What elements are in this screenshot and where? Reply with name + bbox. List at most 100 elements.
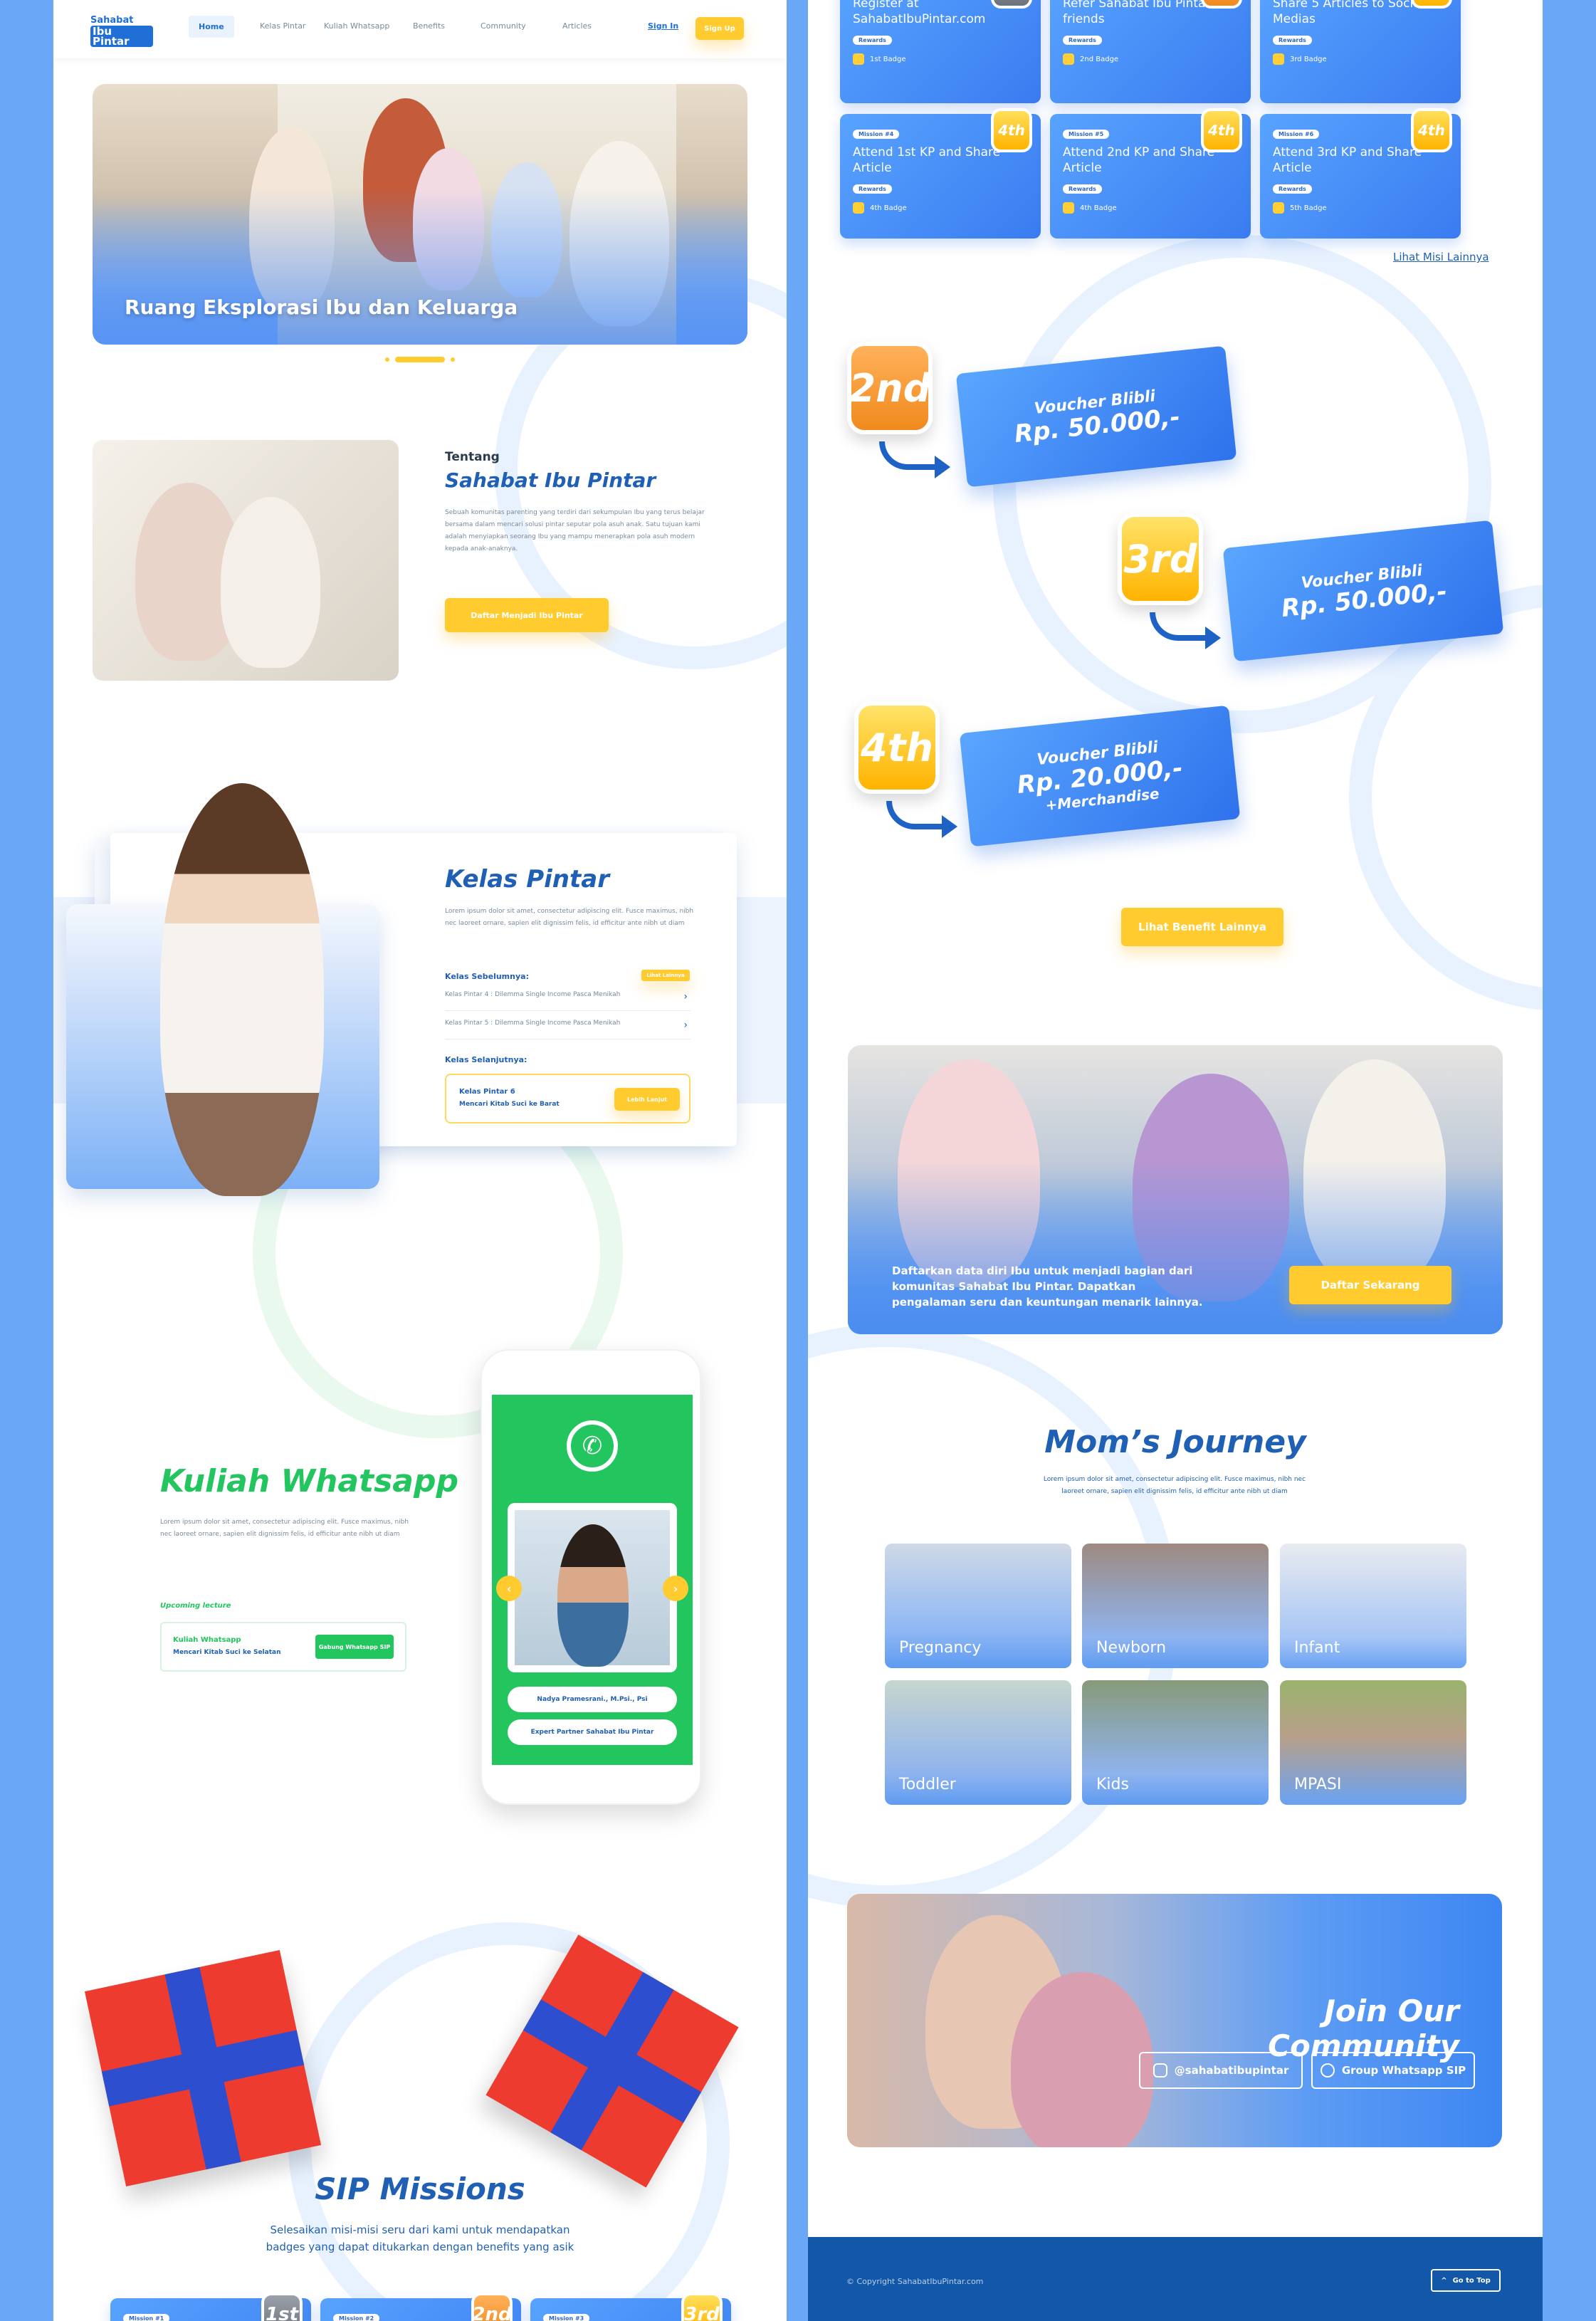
see-all-button[interactable]: Lihat Lainnya [641,970,690,981]
mission-card[interactable]: Register at SahabatIbuPintar.com Rewards… [840,0,1041,103]
journey-tile-kids[interactable]: Kids [1082,1680,1269,1805]
mission-badge: 3rd Badge [1290,55,1327,63]
badge-icon: 2nd [471,2293,513,2321]
badge-coin-icon [1273,53,1284,65]
tile-label: Toddler [899,1776,956,1793]
carousel-dot-active[interactable] [395,357,445,362]
register-banner: Daftarkan data diri Ibu untuk menjadi ba… [848,1045,1503,1334]
kelas-prev-item[interactable]: Kelas Pintar 5 : Dilemma Single Income P… [445,1020,691,1039]
rewards-tag: Rewards [1063,184,1102,194]
journey-tile-newborn[interactable]: Newborn [1082,1544,1269,1668]
kuliah-text: Lorem ipsum dolor sit amet, consectetur … [160,1519,409,1538]
nav-kelas-pintar[interactable]: Kelas Pintar [260,21,305,31]
journey-tile-pregnancy[interactable]: Pregnancy [885,1544,1071,1668]
right-page-panel: Register at SahabatIbuPintar.com Rewards… [808,0,1543,2321]
mission-card[interactable]: Mission #1 1st [110,2293,311,2321]
kuliah-card-sub: Mencari Kitab Suci ke Selatan [173,1649,281,1656]
nav-kuliah-whatsapp[interactable]: Kuliah Whatsapp [324,21,389,31]
mission-tag: Mission #2 [333,2314,380,2321]
badge-coin-icon [1063,53,1074,65]
rewards-tag: Rewards [1063,36,1102,45]
about-eyebrow: Tentang [445,450,500,464]
mission-tag: Mission #3 [543,2314,590,2321]
journey-text: Lorem ipsum dolor sit amet, consectetur … [1043,1476,1306,1495]
kelas-prev-item[interactable]: Kelas Pintar 4 : Dilemma Single Income P… [445,991,691,1011]
prev-arrow-icon[interactable]: ‹ [496,1576,522,1601]
nav-articles[interactable]: Articles [562,21,592,31]
copyright: © Copyright SahabatIbuPintar.com [846,2277,984,2286]
kelas-prev-item-label: Kelas Pintar 4 : Dilemma Single Income P… [445,991,621,998]
nav-benefits[interactable]: Benefits [413,21,445,31]
tile-label: Kids [1096,1776,1129,1793]
mission-badge: 1st Badge [870,55,906,63]
journey-tile-toddler[interactable]: Toddler [885,1680,1071,1805]
speaker-photo-frame [508,1503,677,1672]
mission-card[interactable]: Mission #6 Attend 3rd KP and Share Artic… [1260,108,1461,239]
badge-coin-icon [1273,202,1284,214]
signup-button[interactable]: Sign Up [695,17,744,40]
kelas-next-title: Kelas Pintar 6 [459,1088,515,1096]
badge-icon: 1st [261,2293,303,2321]
rewards-tag: Rewards [853,184,892,194]
footer: © Copyright SahabatIbuPintar.com ^ Go to … [808,2237,1543,2321]
carousel-dot[interactable] [385,357,389,362]
go-to-top-label: Go to Top [1452,2276,1491,2285]
badge-coin-icon [853,202,864,214]
mission-tag: Mission #4 [853,130,900,139]
about-text: Sebuah komunitas parenting yang terdiri … [445,509,705,552]
journey-tile-infant[interactable]: Infant [1280,1544,1466,1668]
about-title: Sahabat Ibu Pintar [445,468,656,492]
mission-tag: Mission #6 [1273,130,1320,139]
more-benefits-button[interactable]: Lihat Benefit Lainnya [1121,908,1283,946]
hero-title: Ruang Eksplorasi Ibu dan Keluarga [125,295,518,319]
logo-line2: Ibu Pintar [90,26,153,47]
kelas-prev-item-label: Kelas Pintar 5 : Dilemma Single Income P… [445,1020,621,1027]
mission-badge: 2nd Badge [1080,55,1119,63]
badge-icon: 3 [1411,0,1452,9]
register-button[interactable]: Daftar Sekarang [1289,1266,1451,1304]
rewards-tag: Rewards [1273,184,1312,194]
mission-tag: Mission #5 [1063,130,1110,139]
phone-mockup: ✆ ‹ › Nadya Pramesrani., M.Psi., Psi Exp… [481,1349,701,1805]
mission-card[interactable]: Mission #4 Attend 1st KP and Share Artic… [840,108,1041,239]
badge-icon: 2 [1201,0,1242,9]
mission-tag: Mission #1 [123,2314,170,2321]
site-logo[interactable]: Sahabat Ibu Pintar [90,15,153,47]
signin-link[interactable]: Sign In [648,21,678,31]
kuliah-upcoming: Upcoming lecture [160,1602,231,1610]
speaker-role: Expert Partner Sahabat Ibu Pintar [508,1719,677,1745]
next-arrow-icon[interactable]: › [663,1576,688,1601]
chevron-right-icon: › [683,1020,688,1031]
tile-label: Newborn [1096,1639,1167,1657]
instagram-handle: @sahabatibupintar [1174,2064,1289,2077]
whatsapp-group-button[interactable]: Group Whatsapp SIP [1311,2052,1475,2089]
arrow-icon [879,441,950,478]
kelas-more-button[interactable]: Lebih Lanjut [614,1088,680,1111]
carousel-dot[interactable] [451,357,455,362]
kelas-text: Lorem ipsum dolor sit amet, consectetur … [445,908,694,927]
kelas-next-label: Kelas Selanjutnya: [445,1055,527,1064]
whatsapp-group-label: Group Whatsapp SIP [1341,2064,1466,2077]
join-whatsapp-button[interactable]: Gabung Whatsapp SIP [315,1635,394,1659]
nav-community[interactable]: Community [481,21,526,31]
join-button[interactable]: Daftar Menjadi Ibu Pintar [445,598,609,632]
rewards-tag: Rewards [853,36,892,45]
mission-card[interactable]: Mission #2 2nd [320,2293,521,2321]
mission-card[interactable]: Mission #5 Attend 2nd KP and Share Artic… [1050,108,1251,239]
logo-line1: Sahabat [90,15,134,26]
badge-icon: 4th [991,108,1032,152]
speaker-photo [515,1510,670,1667]
tile-label: Pregnancy [899,1639,982,1657]
nav-home[interactable]: Home [189,16,234,38]
badge-coin-icon [1063,202,1074,214]
go-to-top-button[interactable]: ^ Go to Top [1431,2269,1501,2292]
badge-2nd-icon: 2nd [847,342,933,434]
journey-title: Mom’s Journey [1044,1424,1306,1460]
mission-card[interactable]: Refer Sahabat Ibu Pintar to friends Rewa… [1050,0,1251,103]
mission-card[interactable]: Mission #3 3rd [530,2293,731,2321]
instagram-button[interactable]: @sahabatibupintar [1139,2052,1303,2089]
mission-card[interactable]: Share 5 Articles to Social Medias Reward… [1260,0,1461,103]
more-missions-link[interactable]: Lihat Misi Lainnya [1393,251,1489,263]
kelas-prev-label: Kelas Sebelumnya: [445,972,529,981]
journey-tile-mpasi[interactable]: MPASI [1280,1680,1466,1805]
